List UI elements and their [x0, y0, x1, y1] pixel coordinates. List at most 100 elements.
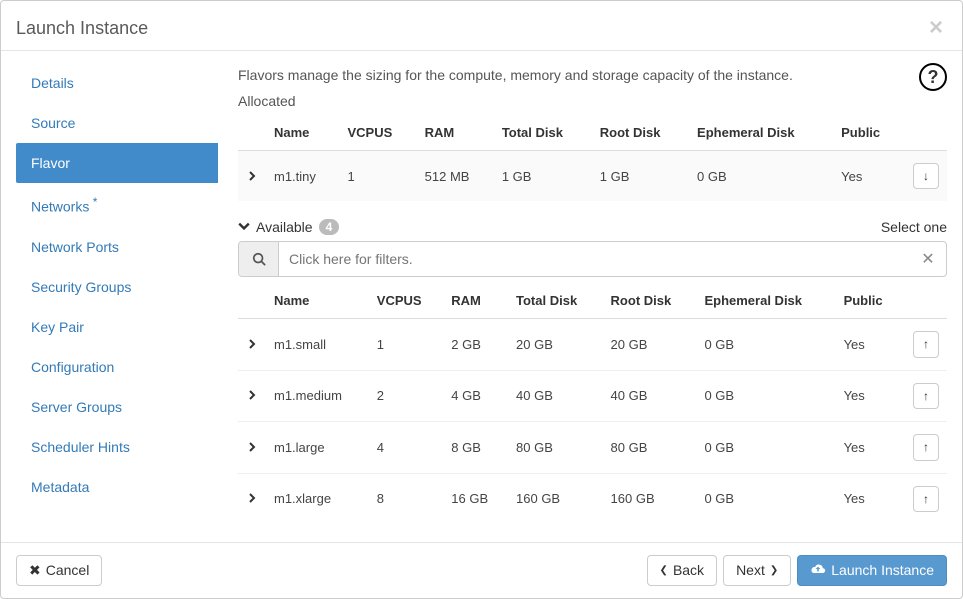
cell-root-disk: 80 GB — [603, 422, 697, 473]
sidebar-item-metadata[interactable]: Metadata — [16, 467, 218, 507]
select-hint: Select one — [881, 219, 947, 235]
modal-title: Launch Instance — [16, 18, 925, 39]
cloud-upload-icon — [810, 562, 826, 579]
col-root-disk: Root Disk — [592, 115, 689, 151]
col-ephemeral-disk: Ephemeral Disk — [689, 115, 833, 151]
col-ephemeral-disk: Ephemeral Disk — [696, 283, 835, 319]
sidebar-item-server-groups[interactable]: Server Groups — [16, 387, 218, 427]
allocated-table-head: Name VCPUS RAM Total Disk Root Disk Ephe… — [238, 115, 947, 151]
col-total-disk: Total Disk — [494, 115, 592, 151]
allocate-button[interactable]: ↑ — [913, 383, 939, 409]
sidebar-item-configuration[interactable]: Configuration — [16, 347, 218, 387]
cell-name: m1.small — [266, 319, 369, 370]
available-count-badge: 4 — [319, 219, 340, 235]
chevron-right-icon: ❯ — [770, 565, 778, 577]
cell-root-disk: 40 GB — [603, 370, 697, 421]
search-icon[interactable] — [239, 242, 279, 276]
col-ram: RAM — [417, 115, 494, 151]
panel-description: Flavors manage the sizing for the comput… — [238, 67, 907, 83]
filter-input[interactable] — [279, 242, 910, 276]
expand-row-icon[interactable] — [238, 473, 266, 524]
col-root-disk: Root Disk — [603, 283, 697, 319]
sidebar-item-key-pair[interactable]: Key Pair — [16, 307, 218, 347]
modal-footer: ✖ Cancel ❮ Back Next ❯ Launch Instance — [1, 542, 962, 598]
sidebar-item-scheduler-hints[interactable]: Scheduler Hints — [16, 427, 218, 467]
allocate-button[interactable]: ↑ — [913, 331, 939, 357]
col-vcpus: VCPUS — [339, 115, 416, 151]
cell-vcpus: 2 — [369, 370, 443, 421]
cell-ram: 4 GB — [443, 370, 508, 421]
modal-header: Launch Instance × — [1, 1, 962, 51]
cell-name: m1.xlarge — [266, 473, 369, 524]
col-name: Name — [266, 283, 369, 319]
back-button[interactable]: ❮ Back — [647, 555, 718, 586]
cell-name: m1.medium — [266, 370, 369, 421]
expand-row-icon[interactable] — [238, 319, 266, 370]
launch-instance-modal: Launch Instance × DetailsSourceFlavorNet… — [0, 0, 963, 599]
cell-public: Yes — [836, 370, 903, 421]
cancel-button[interactable]: ✖ Cancel — [16, 555, 102, 586]
cell-ram: 2 GB — [443, 319, 508, 370]
sidebar-item-networks[interactable]: Networks * — [16, 183, 218, 227]
allocated-label: Allocated — [238, 93, 947, 109]
cell-name: m1.large — [266, 422, 369, 473]
cell-vcpus: 1 — [339, 151, 416, 202]
expand-row-icon[interactable] — [238, 370, 266, 421]
cell-vcpus: 4 — [369, 422, 443, 473]
arrow-up-icon: ↑ — [923, 492, 929, 506]
clear-filter-icon[interactable]: ✕ — [910, 242, 946, 276]
cell-total-disk: 160 GB — [508, 473, 603, 524]
col-name: Name — [266, 115, 339, 151]
expand-row-icon[interactable] — [238, 422, 266, 473]
available-header: Available 4 Select one — [238, 219, 947, 235]
cell-total-disk: 80 GB — [508, 422, 603, 473]
cancel-icon: ✖ — [29, 562, 41, 579]
cell-public: Yes — [833, 151, 903, 202]
arrow-up-icon: ↑ — [923, 440, 929, 454]
col-vcpus: VCPUS — [369, 283, 443, 319]
help-icon[interactable]: ? — [919, 63, 947, 91]
cell-ephemeral-disk: 0 GB — [696, 473, 835, 524]
col-public: Public — [833, 115, 903, 151]
sidebar-item-security-groups[interactable]: Security Groups — [16, 267, 218, 307]
cell-total-disk: 1 GB — [494, 151, 592, 202]
expand-row-icon[interactable] — [238, 151, 266, 202]
allocate-button[interactable]: ↑ — [913, 434, 939, 460]
flavor-panel: ? Flavors manage the sizing for the comp… — [228, 63, 947, 542]
sidebar-item-source[interactable]: Source — [16, 103, 218, 143]
sidebar-item-flavor[interactable]: Flavor — [16, 143, 218, 183]
table-row: m1.medium24 GB40 GB40 GB0 GBYes↑ — [238, 370, 947, 421]
launch-instance-button[interactable]: Launch Instance — [797, 555, 947, 586]
cell-ephemeral-disk: 0 GB — [696, 422, 835, 473]
cell-ram: 512 MB — [417, 151, 494, 202]
cell-vcpus: 8 — [369, 473, 443, 524]
cell-total-disk: 40 GB — [508, 370, 603, 421]
cell-public: Yes — [836, 473, 903, 524]
arrow-up-icon: ↑ — [923, 389, 929, 403]
required-icon: * — [89, 195, 97, 209]
filter-bar: ✕ — [238, 241, 947, 277]
table-row: m1.tiny1512 MB1 GB1 GB0 GBYes↓ — [238, 151, 947, 202]
cell-ephemeral-disk: 0 GB — [696, 370, 835, 421]
arrow-up-icon: ↑ — [923, 337, 929, 351]
available-label: Available — [256, 219, 313, 235]
next-button[interactable]: Next ❯ — [723, 555, 791, 586]
allocate-button[interactable]: ↑ — [913, 486, 939, 512]
chevron-left-icon: ❮ — [660, 565, 668, 577]
cell-total-disk: 20 GB — [508, 319, 603, 370]
modal-body: DetailsSourceFlavorNetworks *Network Por… — [1, 51, 962, 542]
available-table-head: Name VCPUS RAM Total Disk Root Disk Ephe… — [238, 283, 947, 319]
sidebar-item-network-ports[interactable]: Network Ports — [16, 227, 218, 267]
col-ram: RAM — [443, 283, 508, 319]
cell-public: Yes — [836, 422, 903, 473]
cell-name: m1.tiny — [266, 151, 339, 202]
chevron-down-icon[interactable] — [238, 219, 250, 235]
table-row: m1.small12 GB20 GB20 GB0 GBYes↑ — [238, 319, 947, 370]
available-table: Name VCPUS RAM Total Disk Root Disk Ephe… — [238, 283, 947, 524]
deallocate-button[interactable]: ↓ — [913, 163, 939, 189]
table-row: m1.xlarge816 GB160 GB160 GB0 GBYes↑ — [238, 473, 947, 524]
cell-ram: 8 GB — [443, 422, 508, 473]
close-icon[interactable]: × — [925, 16, 947, 40]
cell-root-disk: 160 GB — [603, 473, 697, 524]
sidebar-item-details[interactable]: Details — [16, 63, 218, 103]
